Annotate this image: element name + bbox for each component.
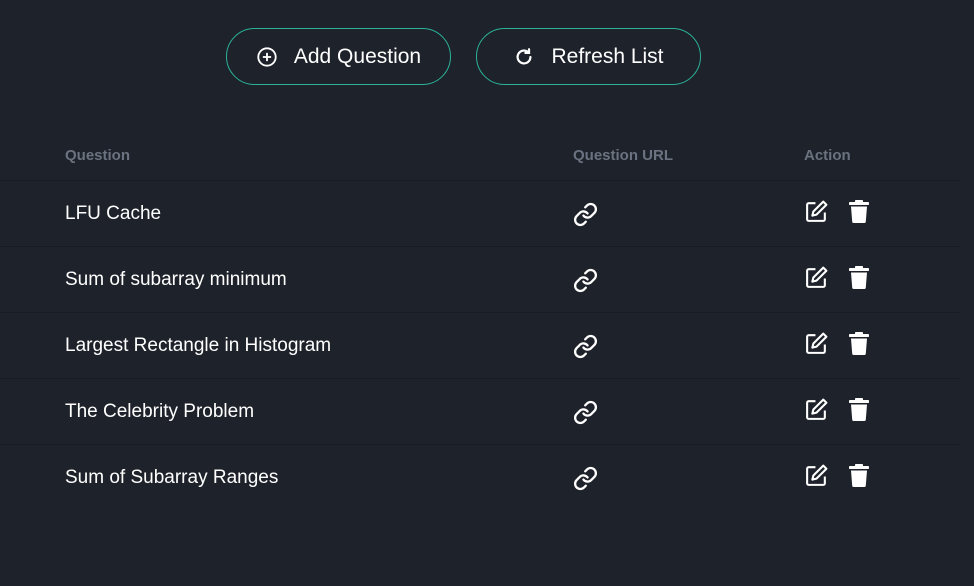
edit-icon[interactable] (804, 463, 829, 488)
table-row: Largest Rectangle in Histogram (0, 313, 960, 379)
table-row: The Celebrity Problem (0, 379, 960, 445)
refresh-icon (516, 47, 532, 65)
link-icon[interactable] (573, 334, 598, 359)
link-icon[interactable] (573, 268, 598, 293)
link-icon[interactable] (573, 400, 598, 425)
edit-icon[interactable] (804, 397, 829, 422)
question-title: The Celebrity Problem (65, 400, 255, 422)
toolbar: Add Question Refresh List (226, 28, 701, 85)
trash-icon[interactable] (849, 398, 869, 421)
trash-icon[interactable] (849, 332, 869, 355)
row-actions (804, 199, 869, 224)
plus-circle-icon (257, 46, 277, 67)
table-row: LFU Cache (0, 181, 960, 247)
row-actions (804, 463, 869, 488)
trash-icon[interactable] (849, 200, 869, 223)
edit-icon[interactable] (804, 331, 829, 356)
question-title: Sum of Subarray Ranges (65, 466, 279, 488)
table-row: Sum of Subarray Ranges (0, 445, 960, 510)
table-body: LFU Cache Sum of subarray minimum Larges… (0, 181, 960, 510)
table-header: Question Question URL Action (0, 130, 960, 181)
row-actions (804, 331, 869, 356)
add-question-button[interactable]: Add Question (226, 28, 451, 85)
row-actions (804, 397, 869, 422)
question-title: Largest Rectangle in Histogram (65, 334, 332, 356)
trash-icon[interactable] (849, 266, 869, 289)
row-actions (804, 265, 869, 290)
header-action: Action (804, 146, 851, 164)
edit-icon[interactable] (804, 265, 829, 290)
question-title: LFU Cache (65, 202, 162, 224)
questions-table: Question Question URL Action LFU Cache S… (0, 130, 960, 510)
edit-icon[interactable] (804, 199, 829, 224)
header-question: Question (65, 146, 131, 164)
refresh-list-label: Refresh List (551, 44, 664, 68)
link-icon[interactable] (573, 466, 598, 491)
trash-icon[interactable] (849, 464, 869, 487)
table-row: Sum of subarray minimum (0, 247, 960, 313)
refresh-list-button[interactable]: Refresh List (476, 28, 701, 85)
link-icon[interactable] (573, 202, 598, 227)
question-title: Sum of subarray minimum (65, 268, 287, 290)
add-question-label: Add Question (293, 44, 422, 68)
header-question-url: Question URL (573, 146, 673, 164)
